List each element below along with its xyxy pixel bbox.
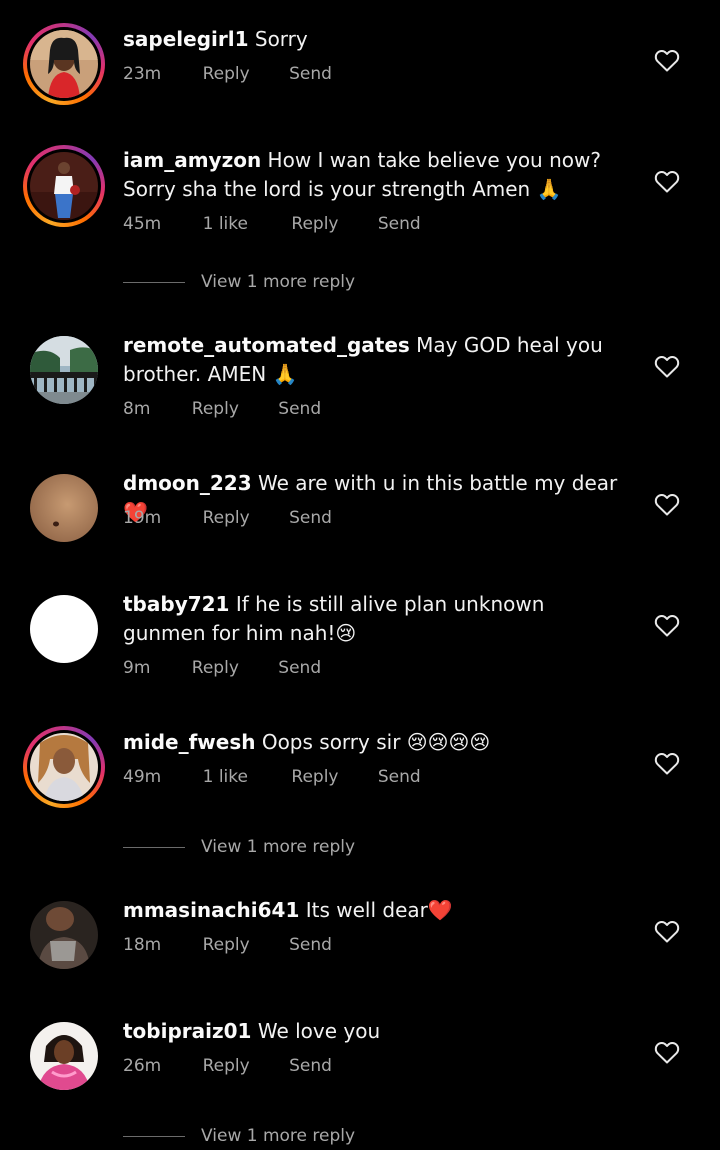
thread-divider — [123, 1135, 185, 1137]
comment-time: 26m — [123, 1056, 162, 1076]
view-more-replies-button[interactable]: View 1 more reply — [123, 272, 355, 296]
like-count[interactable]: 1 like — [203, 214, 248, 234]
avatar[interactable] — [30, 1022, 98, 1090]
send-button[interactable]: Send — [289, 1056, 332, 1076]
like-button[interactable] — [654, 614, 680, 638]
comment-text: tbaby721 If he is still alive plan unkno… — [123, 590, 623, 648]
comment-username[interactable]: dmoon_223 — [123, 471, 252, 495]
avatar[interactable] — [23, 23, 105, 105]
comment-username[interactable]: remote_automated_gates — [123, 333, 410, 357]
comment-text: iam_amyzon How I wan take believe you no… — [123, 146, 623, 204]
comment-body: We love you — [257, 1019, 381, 1043]
heart-outline-icon — [654, 171, 680, 193]
comment-body: Sorry — [254, 27, 308, 51]
avatar[interactable] — [23, 726, 105, 808]
avatar[interactable] — [30, 595, 98, 663]
comment-time: 19m — [123, 508, 162, 528]
comment-time: 45m — [123, 214, 162, 234]
send-button[interactable]: Send — [289, 64, 332, 84]
comment-meta: 45m 1 like Reply Send — [123, 214, 455, 234]
heart-outline-icon — [654, 50, 680, 72]
like-count[interactable]: 1 like — [203, 767, 248, 787]
reply-button[interactable]: Reply — [203, 64, 250, 84]
comment-meta: 26m Reply Send — [123, 1056, 366, 1076]
send-button[interactable]: Send — [378, 214, 421, 234]
like-button[interactable] — [654, 355, 680, 379]
comment-time: 23m — [123, 64, 162, 84]
comment-username[interactable]: tobipraiz01 — [123, 1019, 251, 1043]
thread-divider — [123, 281, 185, 283]
like-button[interactable] — [654, 752, 680, 776]
reply-button[interactable]: Reply — [192, 399, 239, 419]
avatar-image — [30, 474, 98, 542]
avatar-image — [30, 336, 98, 404]
like-button[interactable] — [654, 493, 680, 517]
avatar[interactable] — [23, 145, 105, 227]
view-more-replies-label: View 1 more reply — [201, 1126, 356, 1146]
reply-button[interactable]: Reply — [192, 658, 239, 678]
comment-text: tobipraiz01 We love you — [123, 1017, 623, 1046]
like-button[interactable] — [654, 920, 680, 944]
comment-username[interactable]: iam_amyzon — [123, 148, 261, 172]
comment-meta: 49m 1 like Reply Send — [123, 767, 455, 787]
like-button[interactable] — [654, 1041, 680, 1065]
comment-text: mmasinachi641 Its well dear❤️ — [123, 896, 623, 925]
avatar[interactable] — [30, 901, 98, 969]
heart-outline-icon — [654, 753, 680, 775]
comment-text: remote_automated_gates May GOD heal you … — [123, 331, 623, 389]
send-button[interactable]: Send — [378, 767, 421, 787]
comment-meta: 9m Reply Send — [123, 658, 355, 678]
comment-meta: 8m Reply Send — [123, 399, 355, 419]
heart-outline-icon — [654, 494, 680, 516]
comment-time: 9m — [123, 658, 151, 678]
comment-time: 8m — [123, 399, 151, 419]
avatar-image — [30, 901, 98, 969]
avatar-image — [30, 1022, 98, 1090]
avatar-image — [30, 595, 98, 663]
reply-button[interactable]: Reply — [291, 214, 338, 234]
comment-time: 49m — [123, 767, 162, 787]
send-button[interactable]: Send — [278, 658, 321, 678]
comment-meta: 18m Reply Send — [123, 935, 366, 955]
comment-text: mide_fwesh Oops sorry sir 😢😢😢😢 — [123, 728, 623, 757]
heart-outline-icon — [654, 921, 680, 943]
heart-outline-icon — [654, 356, 680, 378]
reply-button[interactable]: Reply — [291, 767, 338, 787]
view-more-replies-button[interactable]: View 1 more reply — [123, 1126, 355, 1150]
heart-outline-icon — [654, 615, 680, 637]
comment-body: Oops sorry sir 😢😢😢😢 — [261, 730, 491, 754]
reply-button[interactable]: Reply — [203, 1056, 250, 1076]
send-button[interactable]: Send — [278, 399, 321, 419]
view-more-replies-button[interactable]: View 1 more reply — [123, 837, 355, 861]
comment-meta: 19m Reply Send — [123, 508, 366, 528]
like-button[interactable] — [654, 170, 680, 194]
like-button[interactable] — [654, 49, 680, 73]
avatar-image — [30, 152, 98, 220]
view-more-replies-label: View 1 more reply — [201, 272, 356, 292]
send-button[interactable]: Send — [289, 508, 332, 528]
send-button[interactable]: Send — [289, 935, 332, 955]
view-more-replies-label: View 1 more reply — [201, 837, 356, 857]
comment-username[interactable]: sapelegirl1 — [123, 27, 249, 51]
comment-meta: 23m Reply Send — [123, 64, 366, 84]
thread-divider — [123, 846, 185, 848]
comment-username[interactable]: mmasinachi641 — [123, 898, 299, 922]
comment-text: sapelegirl1 Sorry — [123, 25, 623, 54]
comment-time: 18m — [123, 935, 162, 955]
avatar-image — [30, 733, 98, 801]
reply-button[interactable]: Reply — [203, 935, 250, 955]
comment-username[interactable]: tbaby721 — [123, 592, 229, 616]
comment-body: Its well dear❤️ — [305, 898, 453, 922]
comment-username[interactable]: mide_fwesh — [123, 730, 255, 754]
avatar-image — [30, 30, 98, 98]
avatar[interactable] — [30, 474, 98, 542]
avatar[interactable] — [30, 336, 98, 404]
reply-button[interactable]: Reply — [203, 508, 250, 528]
heart-outline-icon — [654, 1042, 680, 1064]
